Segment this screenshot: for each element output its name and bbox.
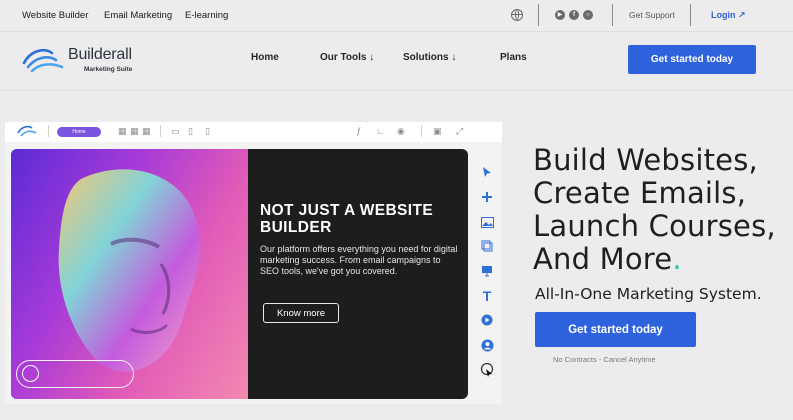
toolbar-divider bbox=[48, 125, 49, 137]
text-tool-icon[interactable]: T bbox=[478, 287, 496, 305]
pointer-cursor-icon[interactable] bbox=[478, 361, 496, 379]
preview-eye-icon[interactable]: ◉ bbox=[397, 126, 405, 136]
topbar-link-elearning[interactable]: E-learning bbox=[185, 10, 228, 21]
toolbar-divider bbox=[421, 125, 422, 137]
hero-headline: Build Websites, Create Emails, Launch Co… bbox=[533, 144, 791, 276]
topbar-link-website-builder[interactable]: Website Builder bbox=[22, 10, 88, 21]
page-selector-pill[interactable]: Home bbox=[57, 127, 101, 137]
cursor-select-icon[interactable] bbox=[478, 163, 496, 181]
layout-icon[interactable]: ▦ bbox=[118, 126, 127, 136]
topbar-link-email-marketing[interactable]: Email Marketing bbox=[104, 10, 172, 21]
globe-icon[interactable] bbox=[511, 9, 523, 21]
no-contracts-note: No Contracts - Cancel Anytime bbox=[553, 355, 656, 364]
mobile-icon[interactable]: ▯ bbox=[205, 126, 210, 136]
facebook-icon[interactable]: f bbox=[569, 10, 579, 20]
hero-card-description: Our platform offers everything you need … bbox=[260, 244, 458, 276]
divider bbox=[690, 4, 691, 26]
avatar-input-field[interactable] bbox=[16, 360, 134, 388]
login-link[interactable]: Login ↗ bbox=[711, 10, 746, 21]
headline-line-2: Create Emails, bbox=[533, 176, 747, 210]
image-icon[interactable] bbox=[478, 213, 496, 231]
logo-wordmark[interactable]: Builderall bbox=[68, 46, 132, 64]
youtube-icon[interactable]: ▶ bbox=[555, 10, 565, 20]
preview-hero-card: NOT JUST A WEBSITE BUILDER Our platform … bbox=[11, 149, 468, 399]
holographic-face-image bbox=[11, 149, 248, 399]
video-play-icon[interactable] bbox=[478, 311, 496, 329]
ruler-icon[interactable]: ∟ bbox=[376, 126, 385, 136]
top-utility-bar: Website Builder Email Marketing E-learni… bbox=[0, 0, 793, 32]
font-icon[interactable]: ƒ bbox=[356, 126, 361, 136]
divider bbox=[612, 4, 613, 26]
nav-our-tools[interactable]: Our Tools ↓ bbox=[320, 52, 374, 63]
nav-home[interactable]: Home bbox=[251, 52, 279, 63]
presentation-icon[interactable] bbox=[478, 262, 496, 280]
get-started-nav-button[interactable]: Get started today bbox=[628, 45, 756, 74]
know-more-button[interactable]: Know more bbox=[263, 303, 339, 323]
headline-line-1: Build Websites, bbox=[533, 143, 758, 177]
add-element-icon[interactable] bbox=[478, 188, 496, 206]
headline-line-3: Launch Courses, bbox=[533, 209, 776, 243]
builderall-logo-icon[interactable] bbox=[22, 45, 66, 80]
get-started-hero-button[interactable]: Get started today bbox=[535, 312, 696, 347]
save-icon[interactable]: ▣ bbox=[433, 126, 442, 136]
tablet-icon[interactable]: ▯ bbox=[188, 126, 193, 136]
headline-line-4: And More. bbox=[533, 242, 682, 276]
hero-subheading: All-In-One Marketing System. bbox=[535, 285, 762, 303]
headline-accent-dot: . bbox=[672, 242, 682, 276]
desktop-icon[interactable]: ▭ bbox=[171, 126, 180, 136]
fullscreen-icon[interactable]: ⤢ bbox=[456, 126, 463, 136]
divider bbox=[538, 4, 539, 26]
get-support-link[interactable]: Get Support bbox=[629, 10, 675, 20]
pages-icon[interactable]: ▦ bbox=[142, 126, 151, 136]
nav-solutions[interactable]: Solutions ↓ bbox=[403, 52, 456, 63]
logo-tagline: Marketing Suite bbox=[84, 66, 133, 73]
user-profile-icon[interactable] bbox=[478, 336, 496, 354]
layers-icon[interactable]: ▦ bbox=[130, 126, 139, 136]
hero-card-title: NOT JUST A WEBSITE BUILDER bbox=[260, 202, 434, 236]
toolbar-divider bbox=[160, 125, 161, 137]
user-icon bbox=[22, 365, 39, 382]
editor-logo-icon bbox=[17, 124, 39, 144]
copy-icon[interactable] bbox=[478, 237, 496, 255]
nav-plans[interactable]: Plans bbox=[500, 52, 527, 63]
instagram-icon[interactable]: ○ bbox=[583, 10, 593, 20]
main-nav: Builderall Marketing Suite Home Our Tool… bbox=[0, 32, 793, 91]
